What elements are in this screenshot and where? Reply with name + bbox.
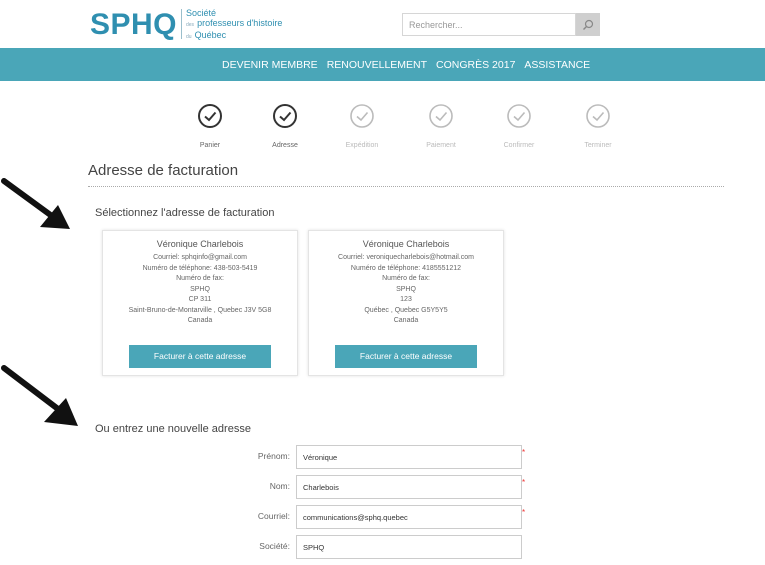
address-card: Véronique Charlebois Courriel: veronique… <box>308 230 504 376</box>
site-logo[interactable]: SPHQ <box>90 8 177 42</box>
address-fax: Numéro de fax: <box>382 275 430 282</box>
nav-item-renouvellement[interactable]: RENOUVELLEMENT <box>327 59 427 71</box>
address-name: Véronique Charlebois <box>362 239 450 249</box>
step-label: Confirmer <box>503 142 535 149</box>
prenom-field[interactable] <box>296 445 522 469</box>
step-label: Panier <box>199 142 221 149</box>
check-circle-icon <box>273 104 297 128</box>
step-label: Expédition <box>345 142 379 149</box>
address-company: SPHQ <box>190 285 210 293</box>
check-circle-icon <box>198 104 222 128</box>
site-header: SPHQ Société des professeurs d'histoire d… <box>0 0 765 48</box>
organization-name: Société des professeurs d'histoire du Québ… <box>186 8 282 42</box>
step-label: Paiement <box>426 142 456 149</box>
divider <box>88 186 724 187</box>
nom-label: Nom: <box>269 481 290 491</box>
step-paiement: Paiement <box>411 103 471 149</box>
step-label: Adresse <box>272 142 298 149</box>
address-email: Courriel: sphqinfo@gmail.com <box>153 254 247 261</box>
address-card: Véronique Charlebois Courriel: sphqinfo@… <box>102 230 298 376</box>
new-address-heading: Ou entrez une nouvelle adresse <box>95 423 251 435</box>
form-row-courriel: Courriel: * <box>200 505 530 529</box>
step-expedition: Expédition <box>332 103 392 149</box>
address-city: Saint-Bruno-de-Montarville , Quebec J3V … <box>128 306 272 314</box>
step-label: Terminer <box>584 142 612 149</box>
page-title: Adresse de facturation <box>88 162 239 179</box>
check-circle-icon <box>429 104 453 128</box>
step-terminer: Terminer <box>568 103 628 149</box>
select-address-heading: Sélectionnez l'adresse de facturation <box>95 207 275 219</box>
arrow-icon <box>1 365 78 426</box>
form-row-societe: Société: <box>200 535 530 559</box>
address-country: Canada <box>393 317 419 324</box>
search-box <box>402 13 576 36</box>
check-circle-icon <box>350 104 374 128</box>
checkout-steps: Panier Adresse Expédition Paiement Confi… <box>180 103 640 153</box>
logo-divider <box>181 9 182 39</box>
address-street: CP 311 <box>188 296 212 303</box>
societe-label: Société: <box>259 541 290 551</box>
required-marker: * <box>522 448 526 457</box>
courriel-field[interactable] <box>296 505 522 529</box>
arrow-icon <box>1 178 70 229</box>
address-fax: Numéro de fax: <box>176 275 224 282</box>
required-marker: * <box>522 508 526 517</box>
org-name-line-2: des professeurs d'histoire <box>186 18 283 28</box>
search-input[interactable] <box>403 14 573 35</box>
form-row-nom: Nom: * <box>200 475 530 499</box>
step-adresse[interactable]: Adresse <box>255 103 315 149</box>
org-name-line-3: du Québec <box>186 30 227 40</box>
form-row-prenom: Prénom: * <box>200 445 530 469</box>
nav-item-assistance[interactable]: ASSISTANCE <box>524 59 590 71</box>
nav-item-congres-2017[interactable]: CONGRÈS 2017 <box>436 59 515 71</box>
check-circle-icon <box>507 104 531 128</box>
address-city: Québec , Quebec G5Y5Y5 <box>364 306 448 314</box>
step-panier[interactable]: Panier <box>180 103 240 149</box>
org-prefix: des <box>186 22 195 28</box>
bill-to-address-button[interactable]: Facturer à cette adresse <box>335 345 477 368</box>
address-country: Canada <box>187 317 213 324</box>
check-circle-icon <box>586 104 610 128</box>
societe-field[interactable] <box>296 535 522 559</box>
address-name: Véronique Charlebois <box>156 239 244 249</box>
step-confirmer: Confirmer <box>489 103 549 149</box>
org-prefix: du <box>186 34 192 40</box>
main-navigation: DEVENIR MEMBRE RENOUVELLEMENT CONGRÈS 20… <box>0 48 765 81</box>
address-email: Courriel: veroniquecharlebois@hotmail.co… <box>338 254 474 261</box>
nav-item-devenir-membre[interactable]: DEVENIR MEMBRE <box>222 59 318 71</box>
address-company: SPHQ <box>396 285 416 293</box>
org-name-line-1: Société <box>186 8 217 18</box>
courriel-label: Courriel: <box>257 511 290 521</box>
bill-to-address-button[interactable]: Facturer à cette adresse <box>129 345 271 368</box>
address-street: 123 <box>400 296 412 303</box>
address-phone: Numéro de téléphone: 4185551212 <box>350 264 462 272</box>
required-marker: * <box>522 478 526 487</box>
nom-field[interactable] <box>296 475 522 499</box>
prenom-label: Prénom: <box>257 451 290 461</box>
address-phone: Numéro de téléphone: 438-503-5419 <box>142 264 258 272</box>
search-icon <box>583 19 594 30</box>
search-button[interactable] <box>576 13 600 36</box>
